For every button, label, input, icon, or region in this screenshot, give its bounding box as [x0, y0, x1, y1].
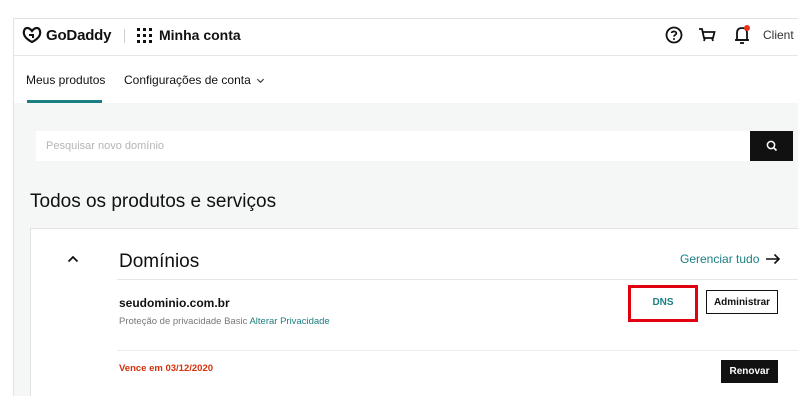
browser-frame: GoDaddy Minha conta Client Meus produtos… [13, 18, 798, 396]
search-icon [766, 140, 777, 152]
arrow-right-icon [766, 253, 781, 265]
cart-icon[interactable] [697, 25, 717, 45]
manage-domain-button[interactable]: Administrar [706, 290, 778, 314]
domain-search-input[interactable] [36, 131, 751, 161]
brand-name: GoDaddy [46, 26, 112, 44]
my-account-label[interactable]: Minha conta [159, 27, 241, 43]
notification-bell-icon[interactable] [732, 24, 752, 46]
domains-card: Domínios Gerenciar tudo seudominio.com.b… [30, 228, 798, 396]
privacy-row: Proteção de privacidade Basic Alterar Pr… [119, 316, 330, 327]
privacy-text: Proteção de privacidade Basic [119, 316, 248, 327]
expiration-date: Vence em 03/12/2020 [119, 363, 214, 374]
manage-all-label: Gerenciar tudo [680, 252, 760, 266]
change-privacy-link[interactable]: Alterar Privacidade [249, 316, 329, 327]
top-bar: GoDaddy Minha conta Client [14, 19, 798, 56]
card-divider-expiry [117, 350, 798, 351]
nav-tabs: Meus produtos Configurações de conta [14, 56, 798, 103]
dns-button[interactable]: DNS [639, 292, 687, 313]
apps-grid-icon[interactable] [137, 28, 152, 43]
manage-all-link[interactable]: Gerenciar tudo [680, 252, 781, 266]
chevron-up-icon[interactable] [65, 251, 81, 267]
domain-name[interactable]: seudominio.com.br [119, 296, 230, 310]
domains-title: Domínios [119, 251, 200, 272]
search-button[interactable] [750, 131, 793, 161]
godaddy-logo-icon [22, 26, 42, 44]
tab-my-products[interactable]: Meus produtos [26, 73, 105, 87]
card-divider [117, 279, 798, 280]
tab-account-settings[interactable]: Configurações de conta [124, 73, 265, 87]
active-tab-indicator [27, 100, 102, 103]
page-title: Todos os produtos e serviços [30, 191, 277, 212]
chevron-down-icon [256, 78, 264, 83]
help-icon[interactable] [665, 26, 683, 44]
tab-account-settings-label: Configurações de conta [124, 73, 251, 87]
client-account-label[interactable]: Client [763, 28, 794, 42]
godaddy-logo[interactable]: GoDaddy [22, 26, 111, 44]
renew-button[interactable]: Renovar [721, 360, 778, 383]
header-divider [124, 29, 125, 43]
